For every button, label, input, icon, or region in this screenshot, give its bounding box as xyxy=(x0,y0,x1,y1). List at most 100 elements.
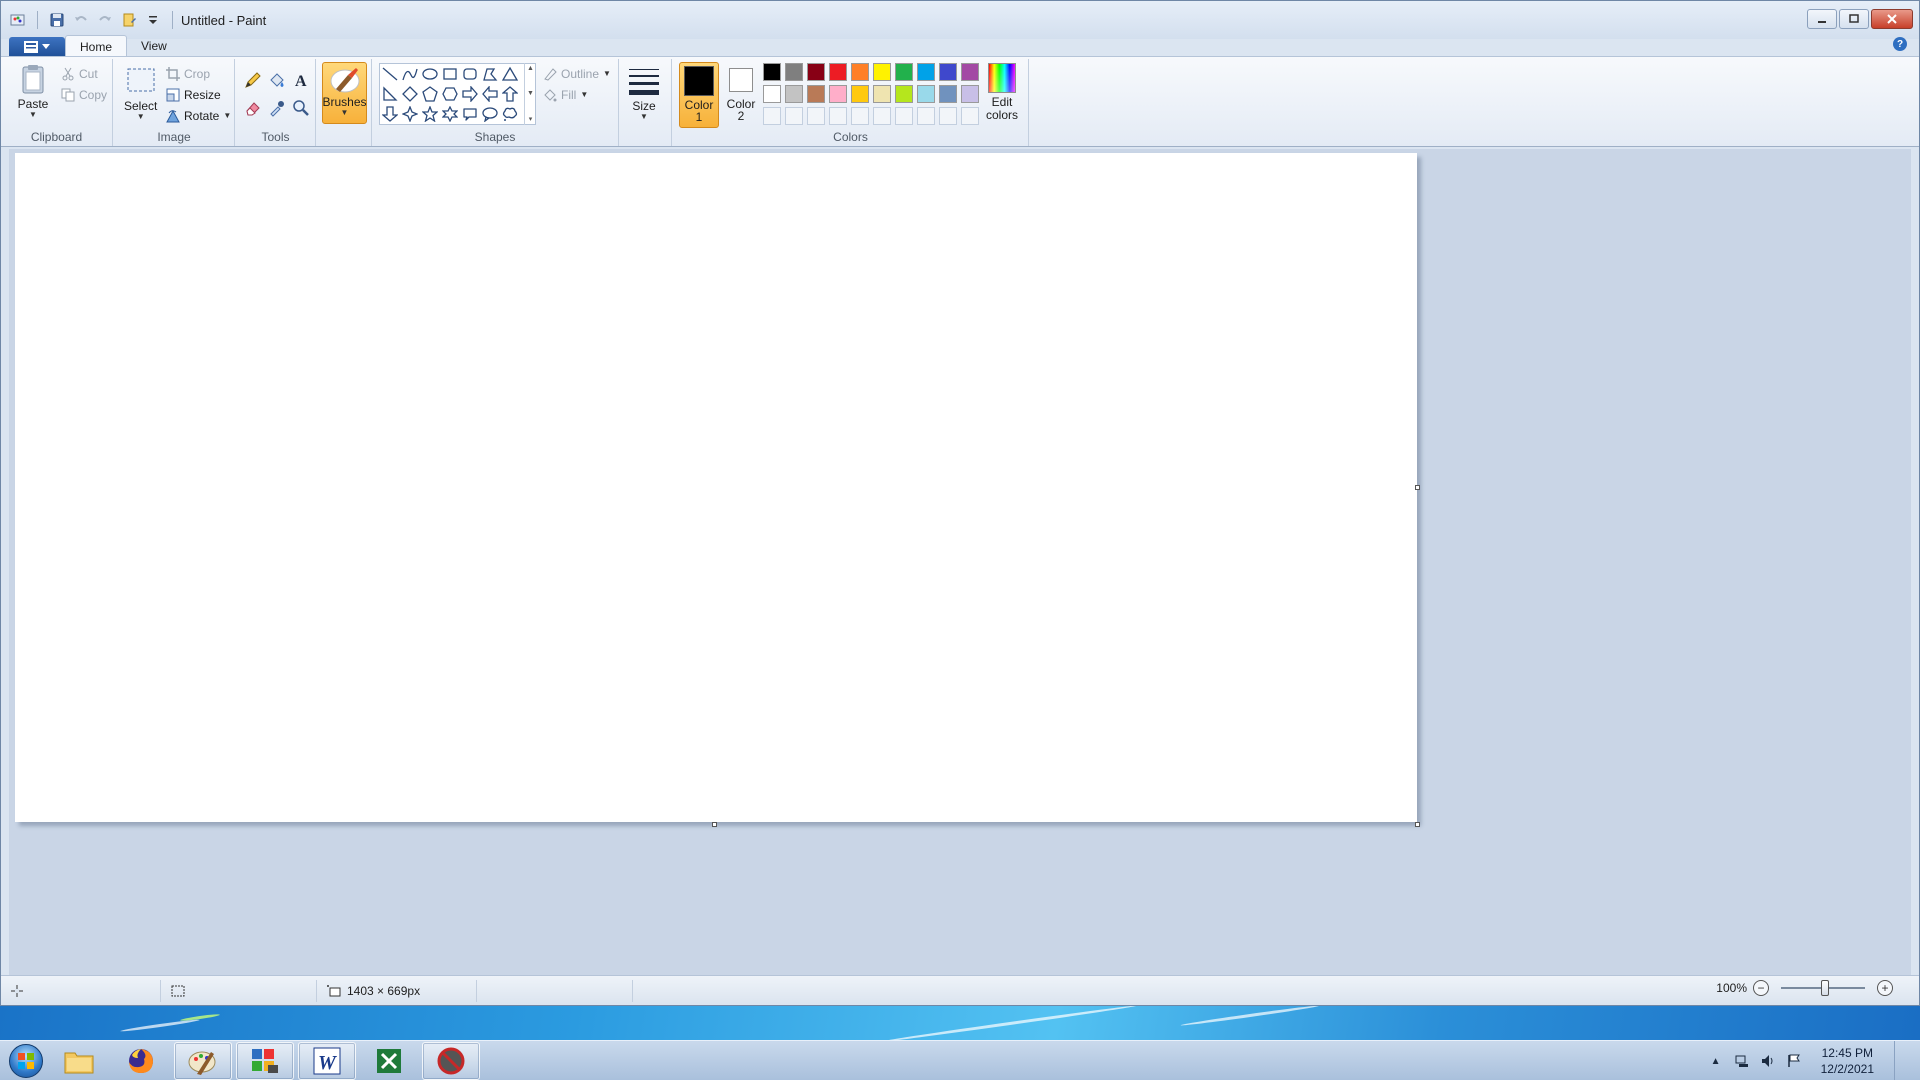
outline-button[interactable]: Outline ▼ xyxy=(543,65,611,83)
taskbar-word[interactable]: W xyxy=(298,1041,356,1080)
start-button[interactable] xyxy=(6,1041,46,1080)
volume-icon[interactable] xyxy=(1761,1054,1775,1068)
fill-dropdown-icon[interactable]: ▼ xyxy=(580,91,588,99)
text-tool[interactable]: A xyxy=(290,69,312,91)
color2-button[interactable]: Color 2 xyxy=(721,62,761,128)
copy-button[interactable]: Copy xyxy=(61,86,107,104)
select-dropdown-icon[interactable]: ▼ xyxy=(137,113,145,121)
resize-handle-bottom[interactable] xyxy=(712,822,717,827)
magnifier-tool[interactable] xyxy=(290,97,312,119)
palette-swatch[interactable] xyxy=(829,63,847,81)
brushes-dropdown-icon[interactable]: ▼ xyxy=(341,109,349,117)
palette-swatch[interactable] xyxy=(851,85,869,103)
maximize-button[interactable] xyxy=(1839,9,1869,29)
properties-icon[interactable] xyxy=(120,11,138,29)
shape-rounded-rectangle[interactable] xyxy=(460,64,480,84)
shape-right-arrow[interactable] xyxy=(460,84,480,104)
help-icon[interactable]: ? xyxy=(1893,37,1907,51)
custom-color-slot[interactable] xyxy=(807,107,825,125)
paste-dropdown-icon[interactable]: ▼ xyxy=(29,111,37,119)
save-icon[interactable] xyxy=(48,11,66,29)
outline-dropdown-icon[interactable]: ▼ xyxy=(603,70,611,78)
palette-swatch[interactable] xyxy=(785,85,803,103)
pencil-tool[interactable] xyxy=(242,69,264,91)
shape-five-point-star[interactable] xyxy=(420,104,440,124)
crop-button[interactable]: Crop xyxy=(166,65,210,83)
shape-down-arrow[interactable] xyxy=(380,104,400,124)
qat-dropdown-icon[interactable] xyxy=(144,11,162,29)
fill-button[interactable]: Fill ▼ xyxy=(543,86,588,104)
shape-curve[interactable] xyxy=(400,64,420,84)
custom-color-slot[interactable] xyxy=(961,107,979,125)
palette-swatch[interactable] xyxy=(961,85,979,103)
palette-swatch[interactable] xyxy=(939,63,957,81)
shapes-scroll-up-icon[interactable]: ▲ xyxy=(527,65,534,72)
shape-four-point-star[interactable] xyxy=(400,104,420,124)
palette-swatch[interactable] xyxy=(961,63,979,81)
zoom-slider-thumb[interactable] xyxy=(1821,980,1829,996)
taskbar-excel[interactable] xyxy=(360,1042,418,1080)
fill-tool[interactable] xyxy=(266,69,288,91)
custom-color-slot[interactable] xyxy=(917,107,935,125)
palette-swatch[interactable] xyxy=(851,63,869,81)
shape-right-triangle[interactable] xyxy=(380,84,400,104)
shape-hexagon[interactable] xyxy=(440,84,460,104)
action-center-flag-icon[interactable] xyxy=(1787,1054,1801,1068)
tab-view[interactable]: View xyxy=(127,35,181,57)
taskbar-app-manager[interactable] xyxy=(236,1041,294,1080)
zoom-slider[interactable] xyxy=(1781,980,1865,996)
shape-oval[interactable] xyxy=(420,64,440,84)
custom-color-slot[interactable] xyxy=(895,107,913,125)
color-picker-tool[interactable] xyxy=(266,97,288,119)
shape-triangle[interactable] xyxy=(500,64,520,84)
select-button[interactable]: Select ▼ xyxy=(124,65,157,121)
shapes-expand-icon[interactable]: ▾ xyxy=(529,115,533,123)
palette-swatch[interactable] xyxy=(807,85,825,103)
shape-rounded-callout[interactable] xyxy=(460,104,480,124)
close-button[interactable] xyxy=(1871,9,1913,29)
shape-line[interactable] xyxy=(380,64,400,84)
resize-handle-right[interactable] xyxy=(1415,485,1420,490)
taskbar-blocked-app[interactable] xyxy=(422,1041,480,1080)
custom-color-slot[interactable] xyxy=(829,107,847,125)
taskbar-firefox[interactable] xyxy=(112,1042,170,1080)
palette-swatch[interactable] xyxy=(763,85,781,103)
palette-swatch[interactable] xyxy=(939,85,957,103)
taskbar-paint[interactable] xyxy=(174,1041,232,1080)
minimize-button[interactable] xyxy=(1807,9,1837,29)
drawing-canvas[interactable] xyxy=(15,153,1417,822)
color1-button[interactable]: Color 1 xyxy=(679,62,719,128)
custom-color-slot[interactable] xyxy=(785,107,803,125)
tab-home[interactable]: Home xyxy=(65,35,128,57)
shape-rectangle[interactable] xyxy=(440,64,460,84)
size-dropdown-icon[interactable]: ▼ xyxy=(640,113,648,121)
zoom-in-button[interactable]: + xyxy=(1877,980,1893,996)
palette-swatch[interactable] xyxy=(873,85,891,103)
shape-up-arrow[interactable] xyxy=(500,84,520,104)
palette-swatch[interactable] xyxy=(807,63,825,81)
palette-swatch[interactable] xyxy=(873,63,891,81)
size-button[interactable]: Size ▼ xyxy=(628,65,660,121)
palette-swatch[interactable] xyxy=(763,63,781,81)
shape-oval-callout[interactable] xyxy=(480,104,500,124)
custom-color-slot[interactable] xyxy=(873,107,891,125)
rotate-button[interactable]: Rotate ▼ xyxy=(166,107,231,125)
paint-menu-button[interactable] xyxy=(9,37,65,57)
paste-button[interactable]: Paste ▼ xyxy=(17,63,49,119)
shape-diamond[interactable] xyxy=(400,84,420,104)
palette-swatch[interactable] xyxy=(895,85,913,103)
edit-colors-button[interactable]: Edit colors xyxy=(986,63,1018,122)
shape-six-point-star[interactable] xyxy=(440,104,460,124)
shape-polygon[interactable] xyxy=(480,64,500,84)
zoom-out-button[interactable]: − xyxy=(1753,980,1769,996)
resize-button[interactable]: Resize xyxy=(166,86,221,104)
brushes-button[interactable]: Brushes ▼ xyxy=(322,62,367,124)
resize-handle-corner[interactable] xyxy=(1415,822,1420,827)
paint-app-icon[interactable] xyxy=(9,11,27,29)
palette-swatch[interactable] xyxy=(895,63,913,81)
show-hidden-icons-icon[interactable]: ▲ xyxy=(1709,1054,1723,1068)
network-icon[interactable] xyxy=(1735,1054,1749,1068)
palette-swatch[interactable] xyxy=(917,85,935,103)
clock[interactable]: 12:45 PM 12/2/2021 xyxy=(1821,1045,1874,1077)
shape-left-arrow[interactable] xyxy=(480,84,500,104)
